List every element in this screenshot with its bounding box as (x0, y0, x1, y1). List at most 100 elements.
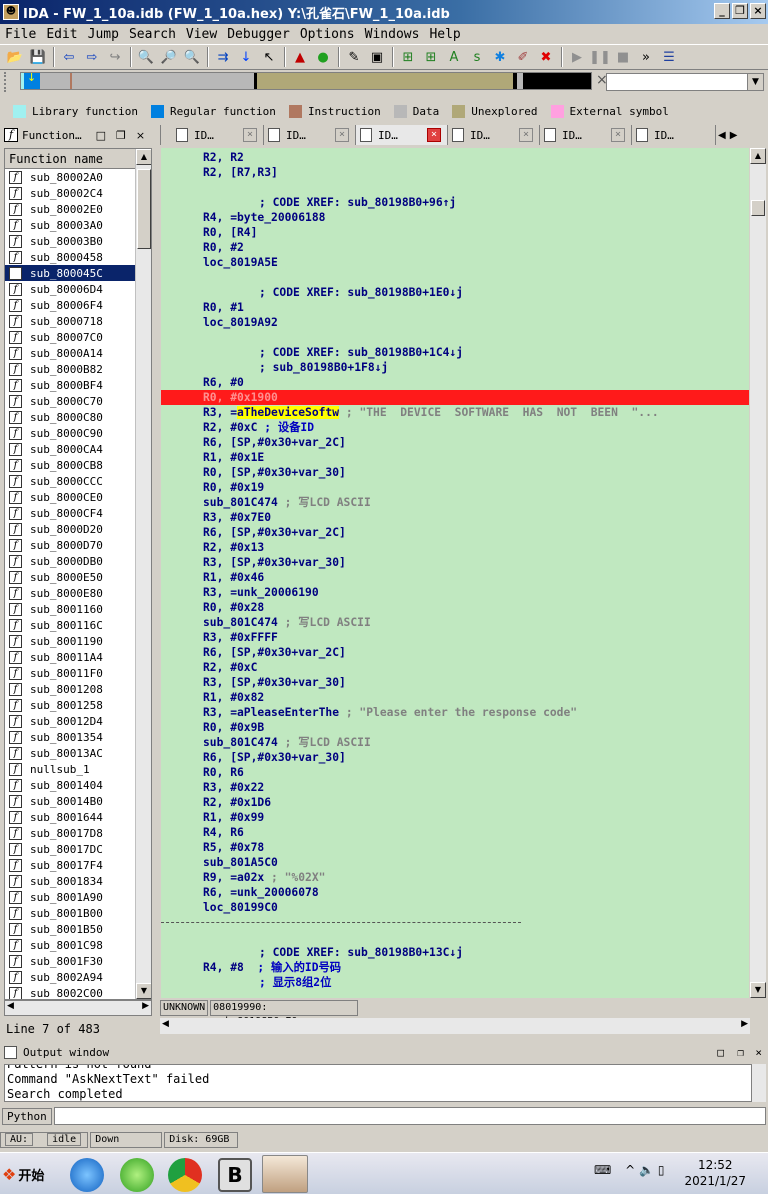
tray-expand-icon[interactable]: ^ (625, 1163, 635, 1177)
volume-icon[interactable]: 🔈 (639, 1163, 654, 1177)
output-log[interactable]: Pattern is not found Command "AskNextTex… (4, 1064, 752, 1102)
disasm-line[interactable]: R9, =a02x ; "%02X" (161, 870, 749, 885)
function-list-item[interactable]: f sub_8001B50 (5, 921, 136, 937)
function-list-item[interactable]: f sub_8001B00 (5, 905, 136, 921)
close-pane-icon[interactable]: × (136, 129, 145, 142)
highlighted-symbol[interactable]: aTheDeviceSoftw (237, 406, 340, 419)
disasm-line[interactable] (161, 930, 749, 945)
data-icon[interactable]: ⊞ (420, 47, 442, 67)
function-list-item[interactable]: f sub_80017DC (5, 841, 136, 857)
tab-close-icon[interactable]: × (335, 128, 349, 142)
function-list-item[interactable]: f sub_8000CE0 (5, 489, 136, 505)
keyboard-icon[interactable]: ⌨ (594, 1163, 611, 1177)
function-list-item[interactable]: f sub_8000B82 (5, 361, 136, 377)
disasm-line[interactable]: sub_801C474 ; 写LCD ASCII (161, 615, 749, 630)
disasm-line[interactable]: R0, #0x19 (161, 480, 749, 495)
function-list-item[interactable]: f sub_80006D4 (5, 281, 136, 297)
function-list-item[interactable]: f sub_80003B0 (5, 233, 136, 249)
scroll-left-icon[interactable]: ◀ (7, 1001, 14, 1011)
sparkle-icon[interactable]: ✱ (489, 47, 511, 67)
scroll-thumb[interactable] (137, 169, 151, 249)
stop-icon[interactable]: ■ (612, 47, 634, 67)
tab-ida-view-6[interactable]: ID… (632, 125, 716, 145)
disasm-line[interactable]: R2, #0xC ; 设备ID (161, 420, 749, 435)
disasm-line[interactable]: R3, [SP,#0x30+var_30] (161, 675, 749, 690)
disasm-line[interactable]: R0, #1 (161, 300, 749, 315)
tab-ida-view-active[interactable]: ID… × (356, 125, 448, 145)
disasm-line[interactable]: R0, [R4] (161, 225, 749, 240)
scroll-down-icon[interactable]: ▼ (136, 983, 151, 999)
disasm-line[interactable]: ; CODE XREF: sub_80198B0+1C4↓j (161, 345, 749, 360)
function-list-item[interactable]: f sub_8000C70 (5, 393, 136, 409)
disasm-line[interactable]: R3, #0x7E0 (161, 510, 749, 525)
tab-ida-view-4[interactable]: ID… × (448, 125, 540, 145)
segment-combo[interactable]: ▼ (606, 73, 764, 91)
disasm-line[interactable]: R0, [SP,#0x30+var_30] (161, 465, 749, 480)
scroll-up-icon[interactable]: ▲ (136, 149, 151, 165)
function-list-item[interactable]: f sub_8001834 (5, 873, 136, 889)
scroll-down-icon[interactable]: ▼ (750, 982, 766, 998)
disasm-line[interactable]: R2, #0x1D6 (161, 795, 749, 810)
menu-edit[interactable]: Edit (41, 27, 82, 42)
scroll-right-icon[interactable]: ▶ (741, 1019, 748, 1029)
function-list-item[interactable]: f sub_8001F30 (5, 953, 136, 969)
disassembly-scrollbar[interactable]: ▲ ▼ (750, 148, 766, 998)
disasm-line[interactable]: ; CODE XREF: sub_80198B0+13C↓j (161, 945, 749, 960)
function-list-item[interactable]: f sub_80017D8 (5, 825, 136, 841)
function-list-item[interactable]: f sub_80012D4 (5, 713, 136, 729)
red-x-icon[interactable]: ✖ (535, 47, 557, 67)
disassembly-view[interactable]: R2, R2 R2, [R7,R3] ; CODE XREF: sub_80198B… (161, 148, 749, 998)
disasm-line[interactable]: R3, =unk_20006190 (161, 585, 749, 600)
green-circle-icon[interactable]: ● (312, 47, 334, 67)
tab-ida-view-2[interactable]: ID… × (264, 125, 356, 145)
disasm-line[interactable]: R1, #0x99 (161, 810, 749, 825)
function-list-item[interactable]: f sub_8001404 (5, 777, 136, 793)
disasm-line[interactable]: R1, #0x46 (161, 570, 749, 585)
disasm-line[interactable]: R6, [SP,#0x30+var_2C] (161, 435, 749, 450)
function-list-item[interactable]: f sub_8002C00 (5, 985, 136, 999)
chevron-down-icon[interactable]: ▼ (747, 74, 763, 90)
function-list-item[interactable]: f sub_8000CCC (5, 473, 136, 489)
function-list-item[interactable]: f sub_8001208 (5, 681, 136, 697)
menu-help[interactable]: Help (424, 27, 465, 42)
disasm-line[interactable]: loc_8019A5E (161, 255, 749, 270)
disasm-line[interactable]: R1, #0x1E (161, 450, 749, 465)
function-list-item[interactable]: f sub_8001190 (5, 633, 136, 649)
menu-jump[interactable]: Jump (83, 27, 124, 42)
disasm-line[interactable]: R6, #0 (161, 375, 749, 390)
browser-green-icon[interactable] (120, 1158, 154, 1192)
function-list-item[interactable]: f sub_800045C (5, 265, 136, 281)
disasm-line[interactable]: R6, [SP,#0x30+var_2C] (161, 525, 749, 540)
disasm-line[interactable]: R3, =aPleaseEnterThe ; "Please enter the… (161, 705, 749, 720)
disasm-line[interactable]: R3, #0x22 (161, 780, 749, 795)
disasm-line[interactable]: sub_801C474 ; 写LCD ASCII (161, 735, 749, 750)
function-list-item[interactable]: f sub_8001160 (5, 601, 136, 617)
disasm-line[interactable]: R0, #0x28 (161, 600, 749, 615)
disasm-line[interactable]: R6, =unk_20006078 (161, 885, 749, 900)
clock[interactable]: 12:52 2021/1/27 (684, 1157, 746, 1189)
functions-scrollbar[interactable]: ▲ ▼ (135, 149, 151, 999)
chrome-icon[interactable] (168, 1158, 202, 1192)
function-list-item[interactable]: f sub_80013AC (5, 745, 136, 761)
disasm-line[interactable]: R3, [SP,#0x30+var_30] (161, 555, 749, 570)
struct-icon[interactable]: s (466, 47, 488, 67)
function-list-item[interactable]: f sub_8002A94 (5, 969, 136, 985)
function-list-item[interactable]: f sub_8001354 (5, 729, 136, 745)
minimize-button[interactable]: _ (714, 3, 730, 19)
function-list-item[interactable]: f sub_8000C80 (5, 409, 136, 425)
window-icon[interactable]: ▣ (366, 47, 388, 67)
disassembly-hscroll[interactable]: ◀ ▶ (160, 1018, 750, 1034)
restore-icon[interactable]: □ (96, 129, 106, 142)
tab-scroll-right-icon[interactable]: ▶ (730, 130, 738, 141)
function-list-item[interactable]: f sub_80006F4 (5, 297, 136, 313)
scroll-thumb[interactable] (751, 200, 765, 216)
b-app-icon[interactable]: B (218, 1158, 252, 1192)
disasm-line[interactable]: ; CODE XREF: sub_80198B0+96↑j (161, 195, 749, 210)
maximize-button[interactable]: ❐ (732, 3, 748, 19)
function-list-item[interactable]: f sub_80011A4 (5, 649, 136, 665)
menu-windows[interactable]: Windows (360, 27, 425, 42)
disasm-line[interactable]: ; sub_80198B0+1F8↓j (161, 360, 749, 375)
jump-icon[interactable]: ⇉ (212, 47, 234, 67)
function-list-item[interactable]: f sub_8001644 (5, 809, 136, 825)
float-icon[interactable]: ❐ (737, 1046, 744, 1059)
